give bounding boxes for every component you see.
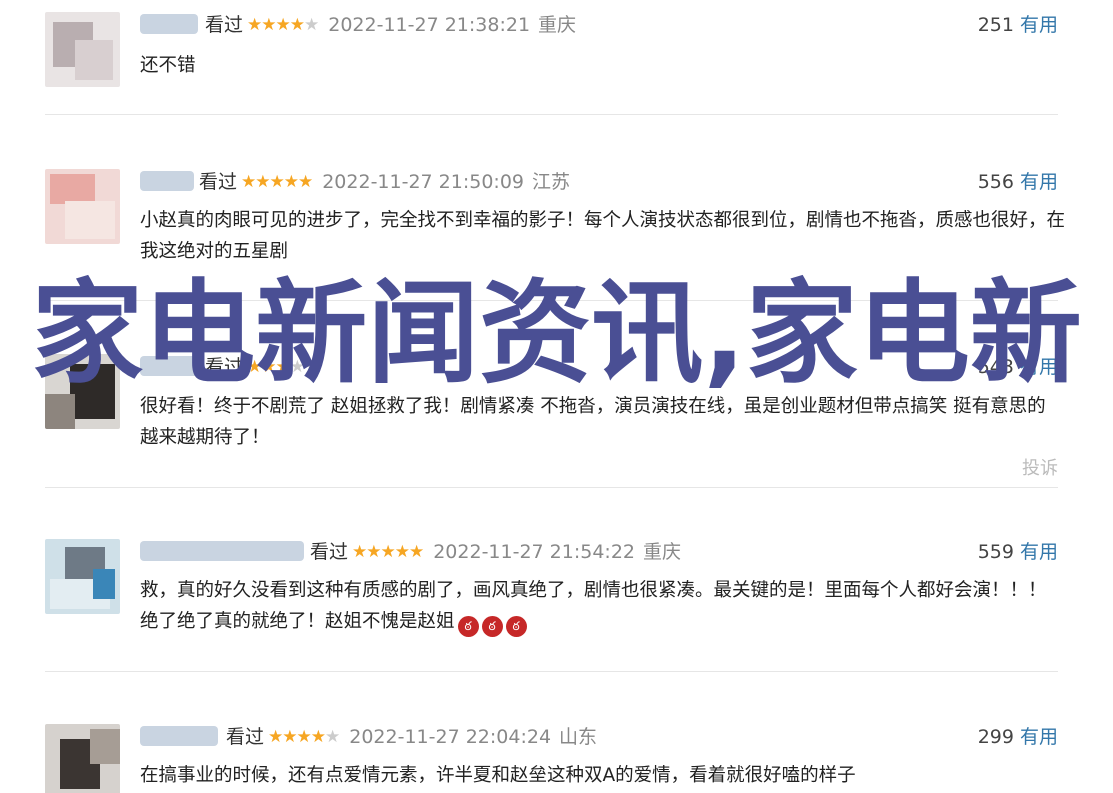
review-text: 在搞事业的时候，还有点爱情元素，许半夏和赵垒这种双A的爱情，看着就很好嗑的样子 (140, 765, 856, 786)
rating-stars: ★★★★★ (241, 172, 313, 192)
divider (45, 487, 1058, 488)
avatar[interactable] (45, 724, 120, 793)
review-time: 2022-11-27 21:54:22 (433, 541, 636, 563)
rating-stars: ★★★★★ (247, 15, 319, 35)
report-button[interactable]: 投诉 (1022, 454, 1058, 480)
useful-button[interactable]: 有用 (1020, 14, 1058, 36)
watch-status: 看过 (205, 14, 244, 36)
username-redacted[interactable] (140, 541, 304, 561)
username-redacted[interactable] (140, 171, 194, 191)
review-meta: 看过 ★★★★★ 2022-11-27 21:50:09 江苏 (199, 169, 570, 195)
useful-button[interactable]: 有用 (1020, 356, 1058, 378)
useful-vote[interactable]: 299 有用 (978, 724, 1058, 750)
rating-stars: ★★★★★ (352, 542, 424, 562)
watch-status: 看过 (205, 356, 244, 378)
watch-status: 看过 (310, 541, 349, 563)
useful-count: 251 (977, 14, 1014, 36)
rating-stars: ★★★★★ (247, 357, 319, 377)
review-text-wrapper: 救，真的好久没看到这种有质感的剧了，画风真绝了，剧情也很紧凑。最关键的是！里面每… (140, 575, 1070, 637)
divider (45, 300, 1058, 301)
useful-count: 556 (977, 171, 1014, 193)
avatar[interactable] (45, 12, 120, 87)
review-list-page: 看过 ★★★★★ 2022-11-27 21:38:21 重庆 251 有用 还不… (0, 0, 1113, 793)
angry-emoji-icon: ఠ (481, 616, 503, 637)
review-text: 还不错 (140, 55, 196, 76)
review-location: 江苏 (532, 171, 571, 193)
review-meta: 看过 ★★★★★ 2022-11-27 22:04:24 山东 (226, 724, 597, 750)
useful-button[interactable]: 有用 (1020, 171, 1058, 193)
review-time: 2022-11-27 21:50:09 (322, 171, 525, 193)
overlay-title: 家电新闻资讯,家电新 (31, 269, 1082, 399)
useful-vote[interactable]: 543 有用 (978, 354, 1058, 380)
useful-count: 299 (977, 726, 1014, 748)
review-location: 山东 (559, 726, 598, 748)
review-location: 重庆 (538, 14, 577, 36)
useful-button[interactable]: 有用 (1020, 541, 1058, 563)
review-location: 重庆 (643, 541, 682, 563)
review-meta: 看过 ★★★★★ 2022-11-27 21:54:22 重庆 (310, 539, 681, 565)
divider (45, 114, 1058, 115)
divider (45, 671, 1058, 672)
useful-vote[interactable]: 559 有用 (978, 539, 1058, 565)
rating-stars: ★★★★★ (268, 727, 340, 747)
review-time: 2022-11-27 21:38:21 (328, 14, 531, 36)
avatar[interactable] (45, 169, 120, 244)
username-redacted[interactable] (140, 726, 218, 746)
useful-count: 559 (977, 541, 1014, 563)
angry-emoji-icon: ఠ (457, 616, 479, 637)
review-meta: 看过 ★★★★★ 2022-11-27 21:38:21 重庆 (205, 12, 576, 38)
useful-count: 543 (977, 356, 1014, 378)
review-text: 救，真的好久没看到这种有质感的剧了，画风真绝了，剧情也很紧凑。最关键的是！里面每… (140, 580, 1047, 632)
username-redacted[interactable] (140, 14, 198, 34)
username-redacted[interactable] (140, 356, 200, 376)
angry-emoji-icon: ఠ (505, 616, 527, 637)
review-text: 小赵真的肉眼可见的进步了，完全找不到幸福的影子！每个人演技状态都很到位，剧情也不… (140, 210, 1066, 262)
review-meta: 看过 ★★★★★ (205, 354, 336, 380)
useful-button[interactable]: 有用 (1020, 726, 1058, 748)
avatar[interactable] (45, 354, 120, 429)
watch-status: 看过 (199, 171, 238, 193)
useful-vote[interactable]: 556 有用 (978, 169, 1058, 195)
avatar[interactable] (45, 539, 120, 614)
review-text: 很好看！终于不剧荒了 赵姐拯救了我！剧情紧凑 不拖沓，演员演技在线，虽是创业题材… (140, 396, 1046, 448)
watch-status: 看过 (226, 726, 265, 748)
useful-vote[interactable]: 251 有用 (978, 12, 1058, 38)
review-time: 2022-11-27 22:04:24 (349, 726, 552, 748)
